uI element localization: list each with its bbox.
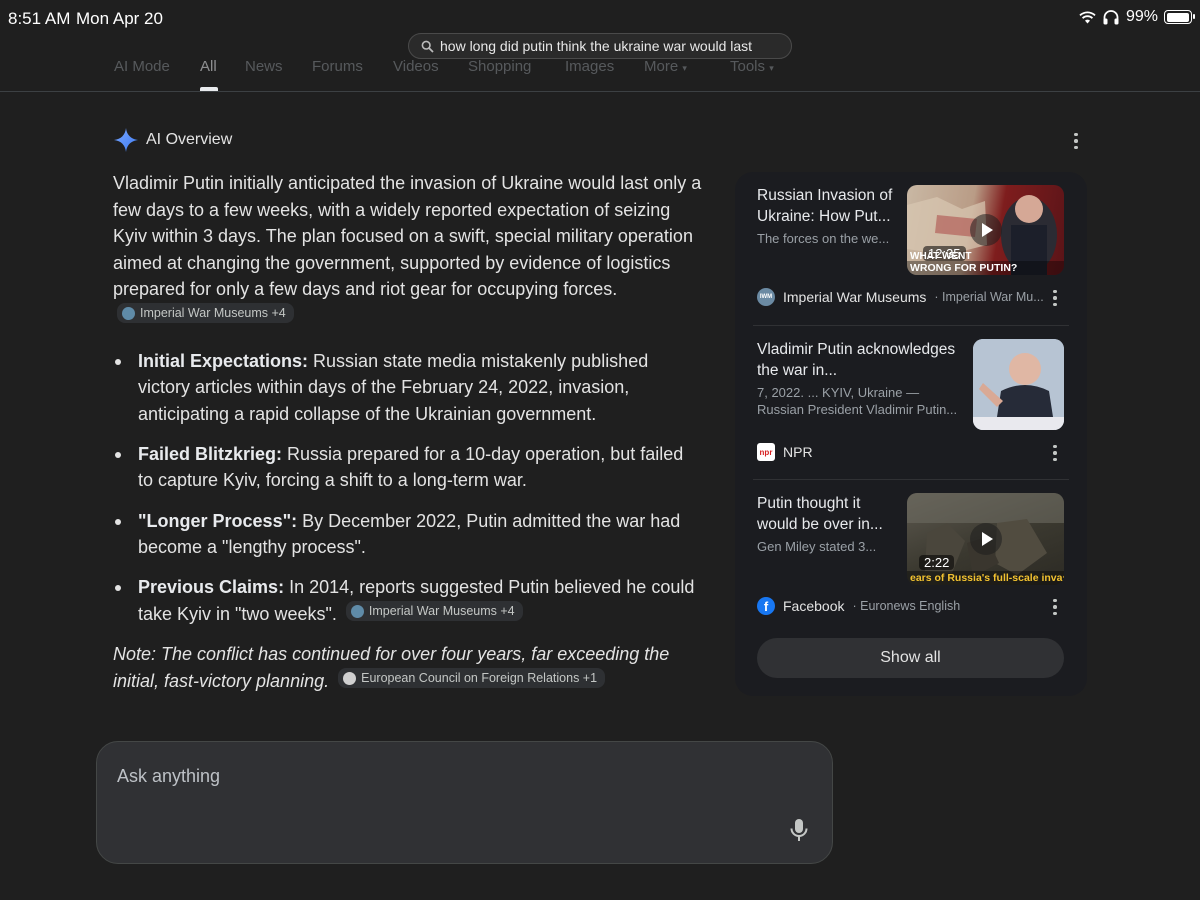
thumbnail-caption: ears of Russia's full-scale invasion of …: [907, 571, 1064, 585]
list-item: "Longer Process": By December 2022, Puti…: [113, 508, 703, 561]
sparkle-icon: [114, 128, 138, 152]
thumbnail-caption: WRONG FOR PUTIN?: [907, 261, 1064, 275]
source-chip[interactable]: Imperial War Museums +4: [345, 601, 523, 622]
bullet-label: Previous Claims:: [138, 577, 285, 598]
play-icon: [969, 214, 1002, 246]
source-row-3[interactable]: f Facebook · Euronews English: [757, 597, 1047, 615]
source-name: Imperial War Museums: [783, 289, 927, 305]
play-icon: [969, 523, 1002, 555]
tab-more-label: More: [644, 58, 679, 75]
source-card-snippet: The forces on the we...: [757, 231, 890, 246]
tab-more[interactable]: More ▾: [644, 58, 687, 75]
status-date: Mon Apr 20: [76, 9, 163, 28]
source-3-more-options-icon[interactable]: [1045, 597, 1065, 617]
video-duration: 2:22: [919, 555, 955, 570]
source-sub-text: Imperial War Mu...: [942, 290, 1044, 304]
source-card-snippet: Gen Miley stated 3...: [757, 539, 877, 554]
active-tab-indicator: [200, 87, 218, 91]
source-sub: · Imperial War Mu...: [934, 290, 1044, 304]
battery-percent: 99%: [1125, 8, 1158, 25]
source-chip[interactable]: European Council on Foreign Relations +1: [338, 668, 606, 688]
ai-overview-more-options-icon[interactable]: [1066, 131, 1086, 151]
tab-tools[interactable]: Tools ▾: [730, 58, 774, 75]
key-points-list: Initial Expectations: Russian state medi…: [113, 348, 703, 628]
bullet-label: Failed Blitzkrieg:: [138, 443, 283, 464]
wifi-icon: [1079, 11, 1096, 23]
list-item: Initial Expectations: Russian state medi…: [113, 348, 703, 428]
photo-illustration: [973, 339, 1064, 430]
iwm-logo-icon: IWM: [757, 288, 775, 306]
tab-all[interactable]: All: [200, 58, 217, 75]
show-all-button[interactable]: Show all: [757, 638, 1064, 678]
video-thumbnail[interactable]: 12:35 WHAT WENT WRONG FOR PUTIN?: [907, 185, 1064, 275]
source-chip-label: Imperial War Museums +4: [140, 306, 286, 321]
search-tabs: AI Mode All News Forums Videos Shopping …: [0, 56, 1200, 92]
battery-icon: [1164, 10, 1195, 24]
source-sub: · Euronews English: [852, 599, 961, 613]
sources-panel: Russian Invasion of Ukraine: How Put... …: [735, 172, 1087, 696]
ecfr-favicon-icon: [343, 671, 357, 685]
video-thumbnail[interactable]: 2:22 ears of Russia's full-scale invasio…: [907, 493, 1064, 585]
ai-overview-note: Note: The conflict has continued for ove…: [113, 641, 703, 694]
article-thumbnail[interactable]: [973, 339, 1064, 430]
bullet-label: "Longer Process":: [138, 510, 298, 531]
search-query-text: how long did putin think the ukraine war…: [440, 38, 753, 54]
source-2-more-options-icon[interactable]: [1045, 443, 1065, 463]
tab-tools-label: Tools: [730, 58, 766, 75]
intro-text: Vladimir Putin initially anticipated the…: [113, 173, 702, 300]
list-item: Failed Blitzkrieg: Russia prepared for a…: [113, 441, 703, 494]
ask-anything-box: [96, 741, 833, 864]
tab-news[interactable]: News: [245, 58, 283, 75]
source-card-title: Putin thought it would be over in...: [757, 495, 883, 533]
list-item: Previous Claims: In 2014, reports sugges…: [113, 574, 703, 627]
ai-overview-title: AI Overview: [146, 131, 233, 148]
microphone-icon[interactable]: [789, 818, 809, 842]
source-name: Facebook: [783, 598, 845, 614]
source-1-more-options-icon[interactable]: [1045, 288, 1065, 308]
chevron-down-icon: ▾: [682, 63, 687, 73]
tab-images[interactable]: Images: [565, 58, 614, 75]
bullet-label: Initial Expectations:: [138, 350, 309, 371]
chevron-down-icon: ▾: [769, 63, 774, 73]
headphones-icon: [1103, 10, 1119, 25]
tab-videos[interactable]: Videos: [393, 58, 439, 75]
tab-shopping[interactable]: Shopping: [468, 58, 531, 75]
tab-forums[interactable]: Forums: [312, 58, 363, 75]
source-row-2[interactable]: npr NPR: [757, 443, 1047, 461]
source-chip-label: European Council on Foreign Relations +1: [361, 671, 598, 685]
tab-ai-mode[interactable]: AI Mode: [114, 58, 170, 75]
source-sub-text: Euronews English: [860, 599, 961, 613]
source-card-snippet: 7, 2022. ... KYIV, Ukraine — Russian Pre…: [757, 385, 958, 417]
search-icon: [421, 40, 434, 53]
facebook-logo-icon: f: [757, 597, 775, 615]
card-divider: [753, 479, 1069, 480]
npr-logo-icon: npr: [757, 443, 775, 461]
source-card-title: Vladimir Putin acknowledges the war in..…: [757, 341, 956, 379]
iwm-favicon-icon: [350, 604, 364, 618]
ask-anything-input[interactable]: [117, 762, 757, 790]
ai-overview-intro: Vladimir Putin initially anticipated the…: [113, 170, 703, 330]
iwm-favicon-icon: [122, 306, 135, 320]
source-name: NPR: [783, 444, 813, 460]
card-divider: [753, 325, 1069, 326]
ai-overview-body: Vladimir Putin initially anticipated the…: [113, 170, 703, 694]
source-card-title: Russian Invasion of Ukraine: How Put...: [757, 187, 893, 225]
ai-overview-header: AI Overview: [114, 128, 232, 152]
status-indicators: 99%: [1079, 8, 1195, 26]
source-row-1[interactable]: IWM Imperial War Museums · Imperial War …: [757, 288, 1047, 306]
source-chip[interactable]: Imperial War Museums +4: [117, 303, 294, 324]
source-chip-label: Imperial War Museums +4: [368, 604, 515, 619]
status-bar: 8:51 AM Mon Apr 20 99%: [0, 0, 1200, 34]
status-time: 8:51 AM: [8, 9, 71, 28]
